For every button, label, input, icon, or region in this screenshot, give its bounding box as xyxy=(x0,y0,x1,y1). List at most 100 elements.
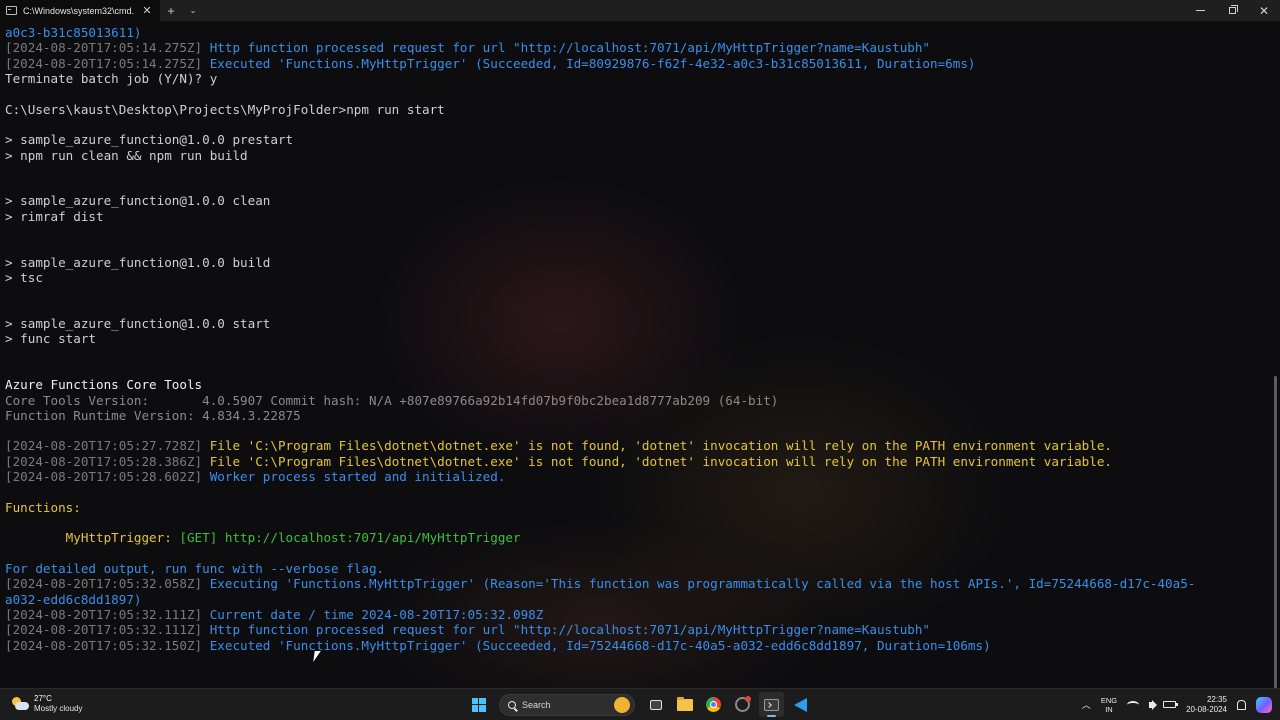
terminal-line: Terminate batch job (Y/N)? y xyxy=(5,71,1266,86)
terminal-area[interactable]: a0c3-b31c85013611) [2024-08-20T17:05:14.2… xyxy=(0,21,1280,688)
mouse-pointer-icon xyxy=(313,651,321,662)
taskbar-apps: Search xyxy=(466,689,813,720)
terminal-text: Function Runtime Version: 4.834.3.22875 xyxy=(5,407,301,423)
terminal-line: Core Tools Version: 4.0.5907 Commit hash… xyxy=(5,393,1266,408)
titlebar-drag-region[interactable] xyxy=(204,0,1184,21)
terminal-icon xyxy=(764,698,779,711)
vscode-icon xyxy=(794,697,807,712)
terminal-text: Current date / time 2024-08-20T17:05:32.… xyxy=(209,606,544,622)
terminal-text: [2024-08-20T17:05:28.602Z] xyxy=(5,469,210,485)
taskbar-search[interactable]: Search xyxy=(499,693,635,716)
vscode-button[interactable] xyxy=(788,692,813,717)
taskbar: 27°C Mostly cloudy Search ︿ ENG IN 22:35 xyxy=(0,688,1280,720)
wifi-icon[interactable] xyxy=(1127,700,1140,709)
close-window-button[interactable]: ✕ xyxy=(1248,0,1280,21)
region-code: IN xyxy=(1105,704,1113,714)
terminal-text: [2024-08-20T17:05:32.058Z] xyxy=(5,576,210,592)
terminal-line: > rimraf dist xyxy=(5,209,1266,224)
terminal-text: Executed 'Functions.MyHttpTrigger' (Succ… xyxy=(209,55,976,71)
close-icon: ✕ xyxy=(1258,3,1270,18)
minimize-button[interactable] xyxy=(1184,0,1216,21)
show-hidden-icons-button[interactable]: ︿ xyxy=(1082,698,1091,711)
weather-widget[interactable]: 27°C Mostly cloudy xyxy=(10,694,82,714)
terminal-line: [2024-08-20T17:05:32.111Z] Http function… xyxy=(5,622,1266,637)
terminal-text: Azure Functions Core Tools xyxy=(5,377,203,393)
terminal-text: [2024-08-20T17:05:14.275Z] xyxy=(5,55,210,71)
start-button[interactable] xyxy=(466,692,491,717)
terminal-text: Executing 'Functions.MyHttpTrigger' (Rea… xyxy=(209,576,1196,592)
terminal-output: a0c3-b31c85013611) [2024-08-20T17:05:14.2… xyxy=(5,25,1266,653)
task-view-button[interactable] xyxy=(643,692,668,717)
window-titlebar: C:\Windows\system32\cmd.e ✕ + ⌄ ✕ xyxy=(0,0,1280,21)
terminal-tab[interactable]: C:\Windows\system32\cmd.e ✕ xyxy=(0,0,160,21)
terminal-text: 4.0.5907 Commit hash: N/A +807e89766a92b… xyxy=(202,392,779,408)
terminal-text: [2024-08-20T17:05:28.386Z] xyxy=(5,453,210,469)
weather-description: Mostly cloudy xyxy=(34,704,83,713)
system-tray: ︿ ENG IN 22:35 20-08-2024 xyxy=(1082,689,1272,720)
terminal-scrollbar[interactable] xyxy=(1274,376,1277,688)
terminal-taskbar-button[interactable] xyxy=(759,692,784,717)
file-explorer-button[interactable] xyxy=(672,692,697,717)
terminal-text: > func start xyxy=(5,331,96,347)
terminal-text: > sample_azure_function@1.0.0 start xyxy=(5,315,271,331)
terminal-text: > sample_azure_function@1.0.0 prestart xyxy=(5,132,294,148)
maximize-icon xyxy=(1228,5,1238,14)
minimize-icon xyxy=(1195,10,1205,11)
terminal-text: File 'C:\Program Files\dotnet\dotnet.exe… xyxy=(209,453,1112,469)
task-view-icon xyxy=(649,699,662,710)
terminal-text: [2024-08-20T17:05:27.728Z] xyxy=(5,438,210,454)
maximize-button[interactable] xyxy=(1216,0,1248,21)
terminal-text: MyHttpTrigger: xyxy=(5,530,180,546)
terminal-line: > sample_azure_function@1.0.0 prestart xyxy=(5,132,1266,147)
dropdown-icon: ⌄ xyxy=(189,6,197,15)
tab-close-icon[interactable]: ✕ xyxy=(140,4,154,17)
terminal-line: [2024-08-20T17:05:32.111Z] Current date … xyxy=(5,607,1266,622)
clock[interactable]: 22:35 20-08-2024 xyxy=(1186,695,1227,715)
terminal-line: For detailed output, run func with --ver… xyxy=(5,561,1266,576)
tab-dropdown-button[interactable]: ⌄ xyxy=(182,0,204,21)
chrome-icon xyxy=(706,697,721,712)
terminal-text: > rimraf dist xyxy=(5,208,104,224)
copilot-icon[interactable] xyxy=(1256,696,1272,713)
terminal-text: > sample_azure_function@1.0.0 build xyxy=(5,254,271,270)
terminal-text: Core Tools Version: xyxy=(5,392,203,408)
new-tab-button[interactable]: + xyxy=(160,0,182,21)
terminal-text: [2024-08-20T17:05:32.111Z] xyxy=(5,606,210,622)
terminal-text: [2024-08-20T17:05:32.111Z] xyxy=(5,622,210,638)
terminal-text: C:\Users\kaust\Desktop\Projects\MyProjFo… xyxy=(5,101,445,117)
search-highlight-icon xyxy=(614,696,630,713)
speaker-icon[interactable] xyxy=(1149,699,1158,710)
terminal-line: Function Runtime Version: 4.834.3.22875 xyxy=(5,408,1266,423)
terminal-line: [2024-08-20T17:05:14.275Z] Executed 'Fun… xyxy=(5,56,1266,71)
terminal-text: File 'C:\Program Files\dotnet\dotnet.exe… xyxy=(209,438,1112,454)
tab-title: C:\Windows\system32\cmd.e xyxy=(23,5,134,16)
app-icon xyxy=(735,696,751,712)
windows-start-icon xyxy=(471,697,486,712)
file-explorer-icon xyxy=(676,696,693,711)
terminal-line: [2024-08-20T17:05:28.602Z] Worker proces… xyxy=(5,469,1266,484)
terminal-line: > sample_azure_function@1.0.0 clean xyxy=(5,193,1266,208)
terminal-text: Executed 'Functions.MyHttpTrigger' (Succ… xyxy=(209,637,991,653)
terminal-text: a032-edd6c8dd1897) xyxy=(5,591,142,607)
terminal-line: > sample_azure_function@1.0.0 build xyxy=(5,255,1266,270)
chrome-button[interactable] xyxy=(701,692,726,717)
search-icon xyxy=(508,700,516,709)
pinned-app-button[interactable] xyxy=(730,692,755,717)
language-indicator[interactable]: ENG IN xyxy=(1101,696,1117,714)
terminal-text: Terminate batch job (Y/N)? y xyxy=(5,70,218,86)
terminal-text: > sample_azure_function@1.0.0 clean xyxy=(5,193,271,209)
terminal-text: Http function processed request for url … xyxy=(209,622,931,638)
terminal-text: [GET] http://localhost:7071/api/MyHttpTr… xyxy=(179,530,521,546)
terminal-text: > npm run clean && npm run build xyxy=(5,147,248,163)
terminal-text: Http function processed request for url … xyxy=(209,40,931,56)
notification-bell-icon[interactable] xyxy=(1237,699,1246,710)
clock-date: 20-08-2024 xyxy=(1186,704,1227,714)
battery-icon[interactable] xyxy=(1163,701,1179,708)
